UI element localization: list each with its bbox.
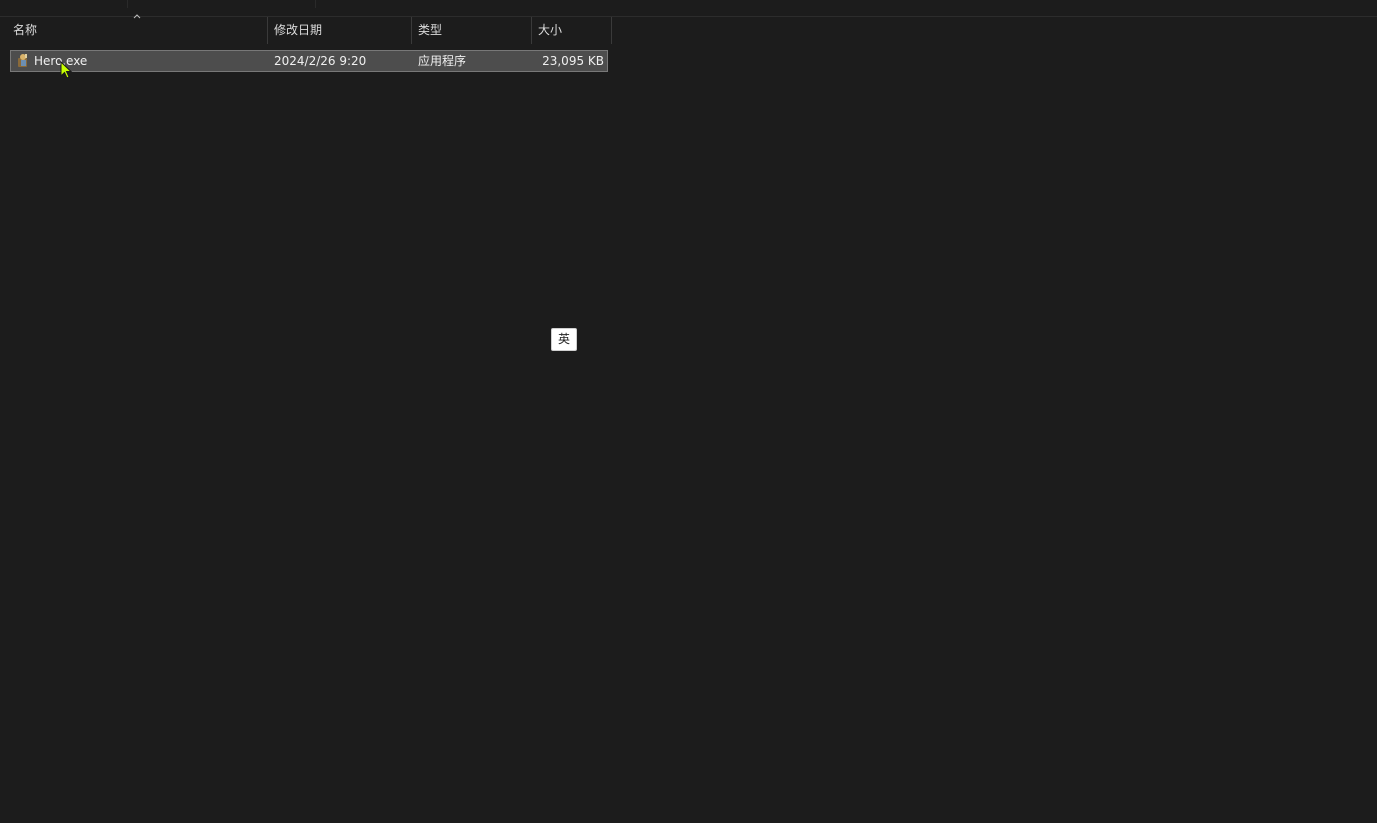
column-header: 名称 修改日期 类型 大小 (0, 17, 612, 44)
top-strip-separator (127, 0, 128, 8)
file-row[interactable]: Hero.exe 2024/2/26 9:20 应用程序 23,095 KB (10, 50, 608, 72)
top-strip (0, 0, 1377, 17)
column-header-type[interactable]: 类型 (412, 17, 532, 44)
mouse-cursor-icon (60, 61, 73, 79)
ime-indicator-label: 英 (557, 332, 570, 346)
top-strip-separator (315, 0, 316, 8)
column-header-modified[interactable]: 修改日期 (268, 17, 412, 44)
file-type: 应用程序 (418, 54, 467, 68)
application-icon (18, 54, 27, 67)
column-header-modified-label: 修改日期 (274, 23, 323, 37)
column-header-name[interactable]: 名称 (7, 17, 268, 44)
column-header-name-label: 名称 (13, 23, 38, 37)
ime-indicator[interactable]: 英 (551, 328, 577, 351)
column-divider[interactable] (611, 17, 612, 44)
column-header-type-label: 类型 (418, 23, 443, 37)
column-header-size[interactable]: 大小 (532, 17, 612, 44)
file-size: 23,095 KB (542, 54, 604, 68)
column-header-size-label: 大小 (538, 23, 563, 37)
file-modified-date: 2024/2/26 9:20 (274, 54, 367, 68)
